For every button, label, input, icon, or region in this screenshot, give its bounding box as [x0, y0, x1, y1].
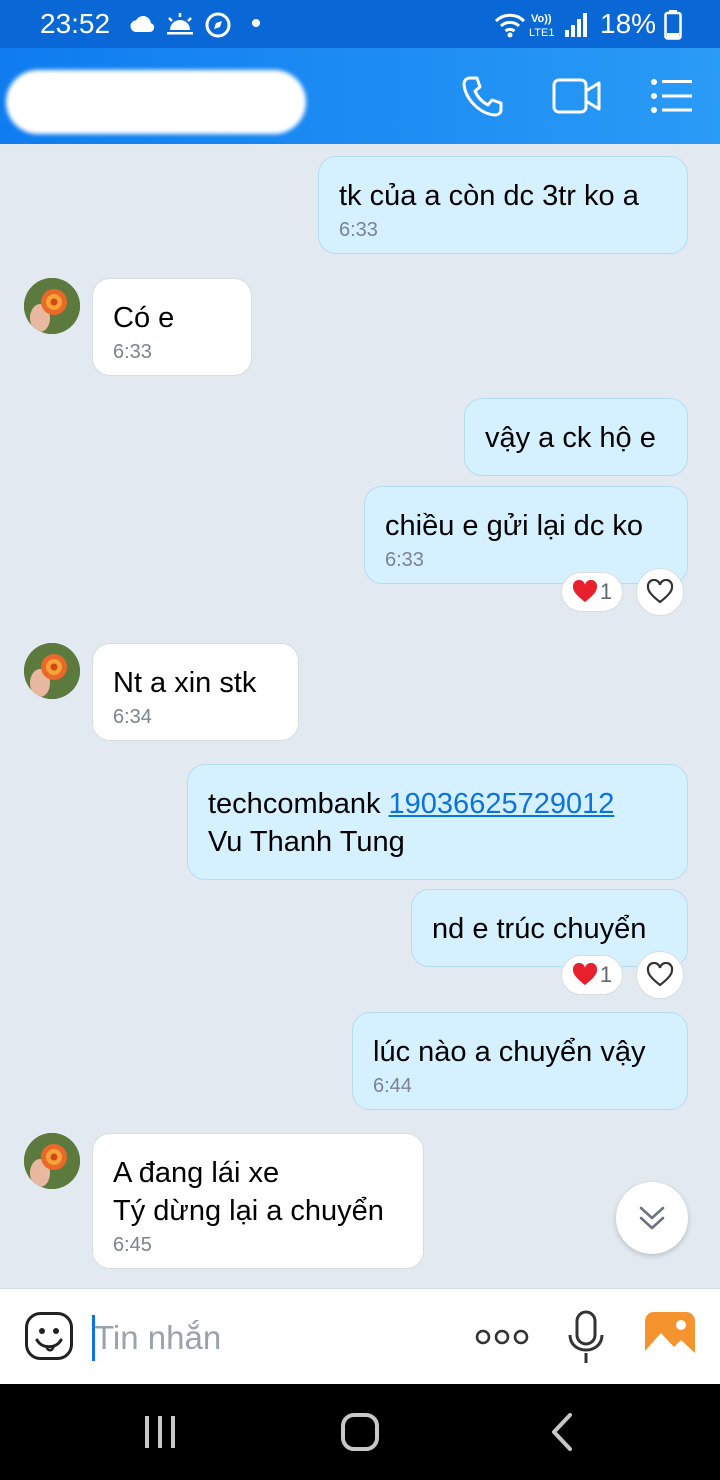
contact-avatar[interactable] — [24, 1133, 80, 1189]
message-bubble-sent[interactable]: lúc nào a chuyển vậy 6:44 — [352, 1012, 688, 1110]
cloud-icon — [130, 15, 155, 32]
heart-outline-icon — [646, 962, 674, 987]
message-text: lúc nào a chuyển vậy — [373, 1036, 646, 1068]
message-time: 6:33 — [339, 219, 378, 241]
image-icon[interactable] — [644, 1311, 696, 1361]
rose-avatar-image — [24, 278, 80, 334]
volte-icon: Vo)) LTE1 — [529, 13, 554, 39]
double-chevron-down-icon — [639, 1206, 665, 1230]
wifi-icon — [494, 13, 526, 38]
chat-header — [0, 48, 720, 144]
notification-dot — [252, 19, 260, 27]
reaction-badge[interactable]: 1 — [561, 572, 623, 612]
phone-icon[interactable] — [460, 74, 504, 118]
message-bubble-received[interactable]: A đang lái xe Tý dừng lại a chuyển 6:45 — [92, 1133, 424, 1269]
microphone-icon[interactable] — [566, 1309, 606, 1365]
rose-avatar-image — [24, 1133, 80, 1189]
account-number-link[interactable]: 19036625729012 — [389, 788, 615, 820]
svg-text:Vo)): Vo)) — [531, 13, 552, 25]
scroll-to-bottom-button[interactable] — [616, 1182, 688, 1254]
heart-outline-icon — [646, 579, 674, 604]
status-time: 23:52 — [40, 8, 111, 39]
message-text-prefix: techcombank — [208, 788, 389, 820]
react-button[interactable] — [636, 568, 684, 616]
message-bubble-sent[interactable]: tk của a còn dc 3tr ko a 6:33 — [318, 156, 688, 254]
contact-avatar[interactable] — [24, 278, 80, 334]
signal-icon — [565, 13, 587, 37]
reaction-count: 1 — [599, 579, 613, 604]
contact-avatar[interactable] — [24, 643, 80, 699]
message-bubble-received[interactable]: Nt a xin stk 6:34 — [92, 643, 299, 741]
message-text-line2: Vu Thanh Tung — [208, 826, 405, 858]
message-time: 6:33 — [113, 341, 152, 363]
message-bubble-received[interactable]: Có e 6:33 — [92, 278, 252, 376]
message-input[interactable]: Tin nhắn — [94, 1319, 221, 1357]
reaction-badge[interactable]: 1 — [561, 955, 623, 995]
home-icon[interactable] — [340, 1412, 380, 1452]
battery-icon — [664, 10, 682, 40]
message-text: techcombank 19036625729012 — [208, 785, 667, 823]
menu-list-icon[interactable] — [650, 78, 694, 114]
message-text: nd e trúc chuyển — [432, 913, 647, 945]
message-time: 6:45 — [113, 1234, 152, 1256]
message-bubble-sent[interactable]: techcombank 19036625729012 Vu Thanh Tung — [187, 764, 688, 880]
android-nav-bar — [0, 1384, 720, 1480]
video-call-icon[interactable] — [552, 76, 602, 116]
emoji-icon[interactable] — [24, 1311, 74, 1361]
sunrise-icon — [167, 13, 193, 35]
message-text: Nt a xin stk — [113, 667, 257, 699]
message-text: A đang lái xe Tý dừng lại a chuyển — [113, 1157, 384, 1227]
message-text: tk của a còn dc 3tr ko a — [339, 180, 639, 212]
message-bubble-sent[interactable]: vậy a ck hộ e — [464, 398, 688, 476]
heart-filled-icon — [572, 580, 597, 602]
rose-avatar-image — [24, 643, 80, 699]
message-time: 6:34 — [113, 706, 152, 728]
reaction-count: 1 — [599, 962, 613, 987]
message-time: 6:33 — [385, 549, 424, 571]
heart-filled-icon — [572, 963, 597, 985]
message-time: 6:44 — [373, 1075, 412, 1097]
message-text: vậy a ck hộ e — [485, 422, 656, 454]
svg-text:LTE1: LTE1 — [529, 27, 554, 39]
message-text: chiều e gửi lại dc ko — [385, 510, 643, 542]
battery-percent: 18% — [600, 8, 657, 39]
compass-icon — [205, 12, 231, 38]
status-bar: 23:52 Vo)) LTE1 18% — [0, 0, 720, 48]
message-text: Có e — [113, 302, 175, 334]
more-icon[interactable] — [474, 1327, 530, 1347]
message-bubble-sent[interactable]: chiều e gửi lại dc ko 6:33 — [364, 486, 688, 584]
recent-apps-icon[interactable] — [142, 1414, 178, 1450]
react-button[interactable] — [636, 951, 684, 999]
message-input-bar: Tin nhắn — [0, 1288, 720, 1384]
contact-name-redacted — [6, 70, 306, 134]
back-icon[interactable] — [548, 1412, 578, 1452]
